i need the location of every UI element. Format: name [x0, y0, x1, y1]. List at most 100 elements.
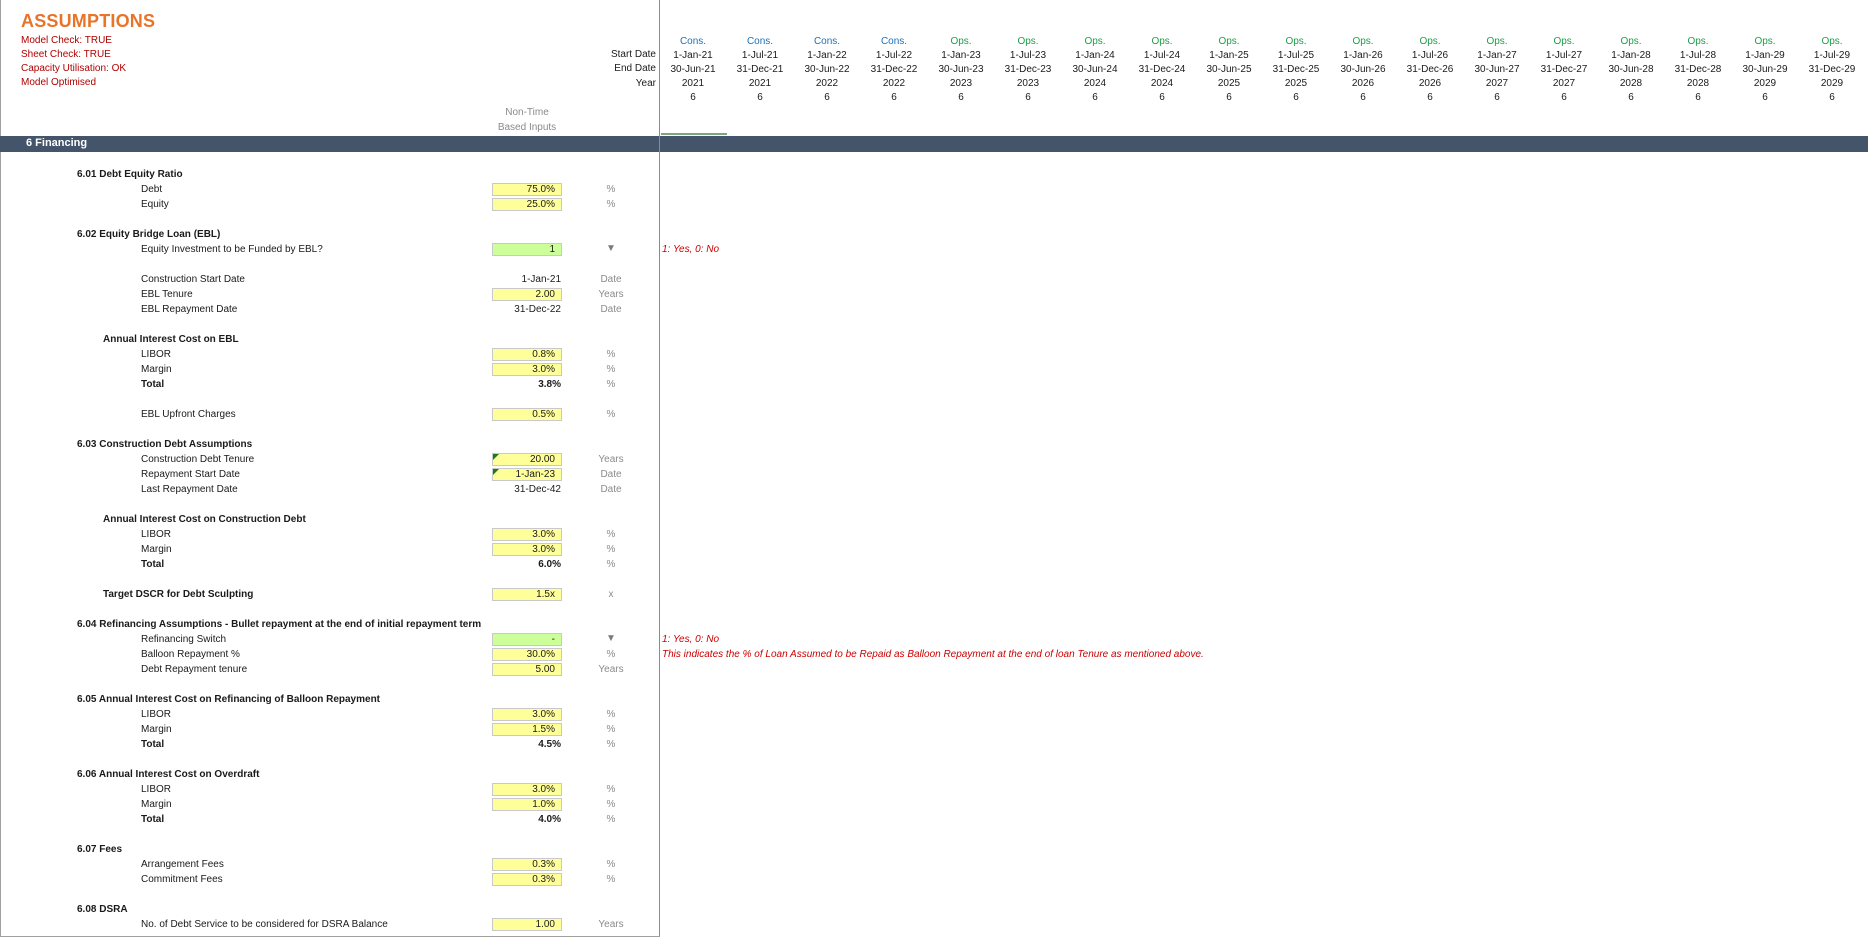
refi-total-unit: % — [606, 739, 616, 750]
timeline-year: 2023 — [1016, 78, 1040, 89]
cd-libor-label: LIBOR — [141, 529, 172, 540]
commitment-fees-input[interactable]: 0.3% — [492, 873, 562, 886]
balloon-label: Balloon Repayment % — [141, 649, 240, 660]
year-label: Year — [635, 78, 656, 89]
timeline-months: 6 — [1829, 92, 1835, 103]
selected-cell-indicator — [661, 133, 727, 135]
dsra-input[interactable]: 1.00 — [492, 918, 562, 931]
ebl-funded-input[interactable]: 1 — [492, 243, 562, 256]
timeline-end-date: 31-Dec-27 — [1540, 64, 1588, 75]
timeline-start-date: 1-Jul-21 — [741, 50, 779, 61]
dropdown-arrow-icon[interactable]: ▼ — [604, 243, 618, 254]
ebl-funded-note: 1: Yes, 0: No — [662, 244, 720, 255]
ebl-margin-input[interactable]: 3.0% — [492, 363, 562, 376]
timeline-start-date: 1-Jul-29 — [1813, 50, 1851, 61]
ebl-total-label: Total — [141, 379, 165, 390]
timeline-year: 2021 — [748, 78, 772, 89]
sheet-check: Sheet Check: TRUE — [21, 49, 111, 60]
dscr-input[interactable]: 1.5x — [492, 588, 562, 601]
timeline-year: 2026 — [1418, 78, 1442, 89]
debt-repay-tenure-input[interactable]: 5.00 — [492, 663, 562, 676]
timeline-start-date: 1-Jan-23 — [941, 50, 981, 61]
refi-libor-input[interactable]: 3.0% — [492, 708, 562, 721]
refi-margin-label: Margin — [141, 724, 172, 735]
timeline-months: 6 — [1360, 92, 1366, 103]
timeline-months: 6 — [690, 92, 696, 103]
timeline-start-date: 1-Jul-26 — [1411, 50, 1449, 61]
timeline-year: 2024 — [1150, 78, 1174, 89]
od-margin-unit: % — [606, 799, 616, 810]
end-date-label: End Date — [614, 63, 656, 74]
timeline-months: 6 — [757, 92, 763, 103]
timeline-start-date: 1-Jan-25 — [1209, 50, 1249, 61]
timeline-start-date: 1-Jul-27 — [1545, 50, 1583, 61]
section-6-07-title: 6.07 Fees — [77, 844, 123, 855]
timeline-phase: Cons. — [880, 36, 908, 47]
od-margin-input[interactable]: 1.0% — [492, 798, 562, 811]
timeline-end-date: 31-Dec-23 — [1004, 64, 1052, 75]
od-total-value: 4.0% — [538, 814, 561, 825]
timeline-start-date: 1-Jan-24 — [1075, 50, 1115, 61]
ebl-upfront-input[interactable]: 0.5% — [492, 408, 562, 421]
section-title: 6 Financing — [26, 137, 88, 149]
timeline-months: 6 — [1092, 92, 1098, 103]
timeline-phase: Ops. — [1352, 36, 1374, 47]
ebl-tenure-input[interactable]: 2.00 — [492, 288, 562, 301]
balloon-input[interactable]: 30.0% — [492, 648, 562, 661]
refi-margin-unit: % — [606, 724, 616, 735]
od-libor-unit: % — [606, 784, 616, 795]
timeline-start-date: 1-Jan-29 — [1745, 50, 1785, 61]
timeline-phase: Cons. — [746, 36, 774, 47]
section-6-01-title: 6.01 Debt Equity Ratio — [77, 169, 183, 180]
timeline-end-date: 31-Dec-29 — [1808, 64, 1856, 75]
cd-repay-start-input[interactable]: 1-Jan-23 — [492, 468, 562, 481]
timeline-year: 2029 — [1753, 78, 1777, 89]
start-date-label: Start Date — [610, 49, 656, 60]
timeline-end-date: 31-Dec-21 — [736, 64, 784, 75]
timeline-phase: Ops. — [1419, 36, 1441, 47]
timeline-start-date: 1-Jul-25 — [1277, 50, 1315, 61]
timeline-months: 6 — [958, 92, 964, 103]
timeline-phase: Ops. — [1486, 36, 1508, 47]
refi-margin-input[interactable]: 1.5% — [492, 723, 562, 736]
timeline-end-date: 31-Dec-25 — [1272, 64, 1320, 75]
ebl-upfront-label: EBL Upfront Charges — [141, 409, 236, 420]
dropdown-arrow-icon[interactable]: ▼ — [604, 633, 618, 644]
cd-interest-title: Annual Interest Cost on Construction Deb… — [103, 514, 306, 525]
cd-total-unit: % — [606, 559, 616, 570]
ebl-tenure-label: EBL Tenure — [141, 289, 193, 300]
equity-unit: % — [606, 199, 616, 210]
equity-label: Equity — [141, 199, 169, 210]
debt-label: Debt — [141, 184, 163, 195]
debt-input[interactable]: 75.0% — [492, 183, 562, 196]
ebl-interest-title: Annual Interest Cost on EBL — [103, 334, 239, 345]
refi-switch-input[interactable]: - — [492, 633, 562, 646]
ebl-margin-label: Margin — [141, 364, 172, 375]
cd-margin-input[interactable]: 3.0% — [492, 543, 562, 556]
od-total-label: Total — [141, 814, 165, 825]
timeline-months: 6 — [891, 92, 897, 103]
timeline-phase: Ops. — [1084, 36, 1106, 47]
ebl-total-value: 3.8% — [538, 379, 561, 390]
ebl-libor-input[interactable]: 0.8% — [492, 348, 562, 361]
equity-input[interactable]: 25.0% — [492, 198, 562, 211]
ebl-total-unit: % — [606, 379, 616, 390]
timeline-end-date: 31-Dec-26 — [1406, 64, 1454, 75]
arrangement-fees-input[interactable]: 0.3% — [492, 858, 562, 871]
timeline-end-date: 30-Jun-21 — [670, 64, 716, 75]
timeline-end-date: 30-Jun-25 — [1206, 64, 1252, 75]
timeline-start-date: 1-Jul-22 — [875, 50, 913, 61]
cd-libor-input[interactable]: 3.0% — [492, 528, 562, 541]
cd-tenure-label: Construction Debt Tenure — [141, 454, 255, 465]
timeline-months: 6 — [1561, 92, 1567, 103]
timeline-phase: Ops. — [1017, 36, 1039, 47]
timeline-phase: Ops. — [1553, 36, 1575, 47]
cd-tenure-input[interactable]: 20.00 — [492, 453, 562, 466]
od-libor-input[interactable]: 3.0% — [492, 783, 562, 796]
dsra-label: No. of Debt Service to be considered for… — [141, 919, 388, 930]
ebl-repayment-unit: Date — [600, 304, 622, 315]
od-libor-label: LIBOR — [141, 784, 172, 795]
timeline-year: 2024 — [1083, 78, 1107, 89]
timeline-phase: Cons. — [813, 36, 841, 47]
timeline-start-date: 1-Jan-22 — [807, 50, 847, 61]
